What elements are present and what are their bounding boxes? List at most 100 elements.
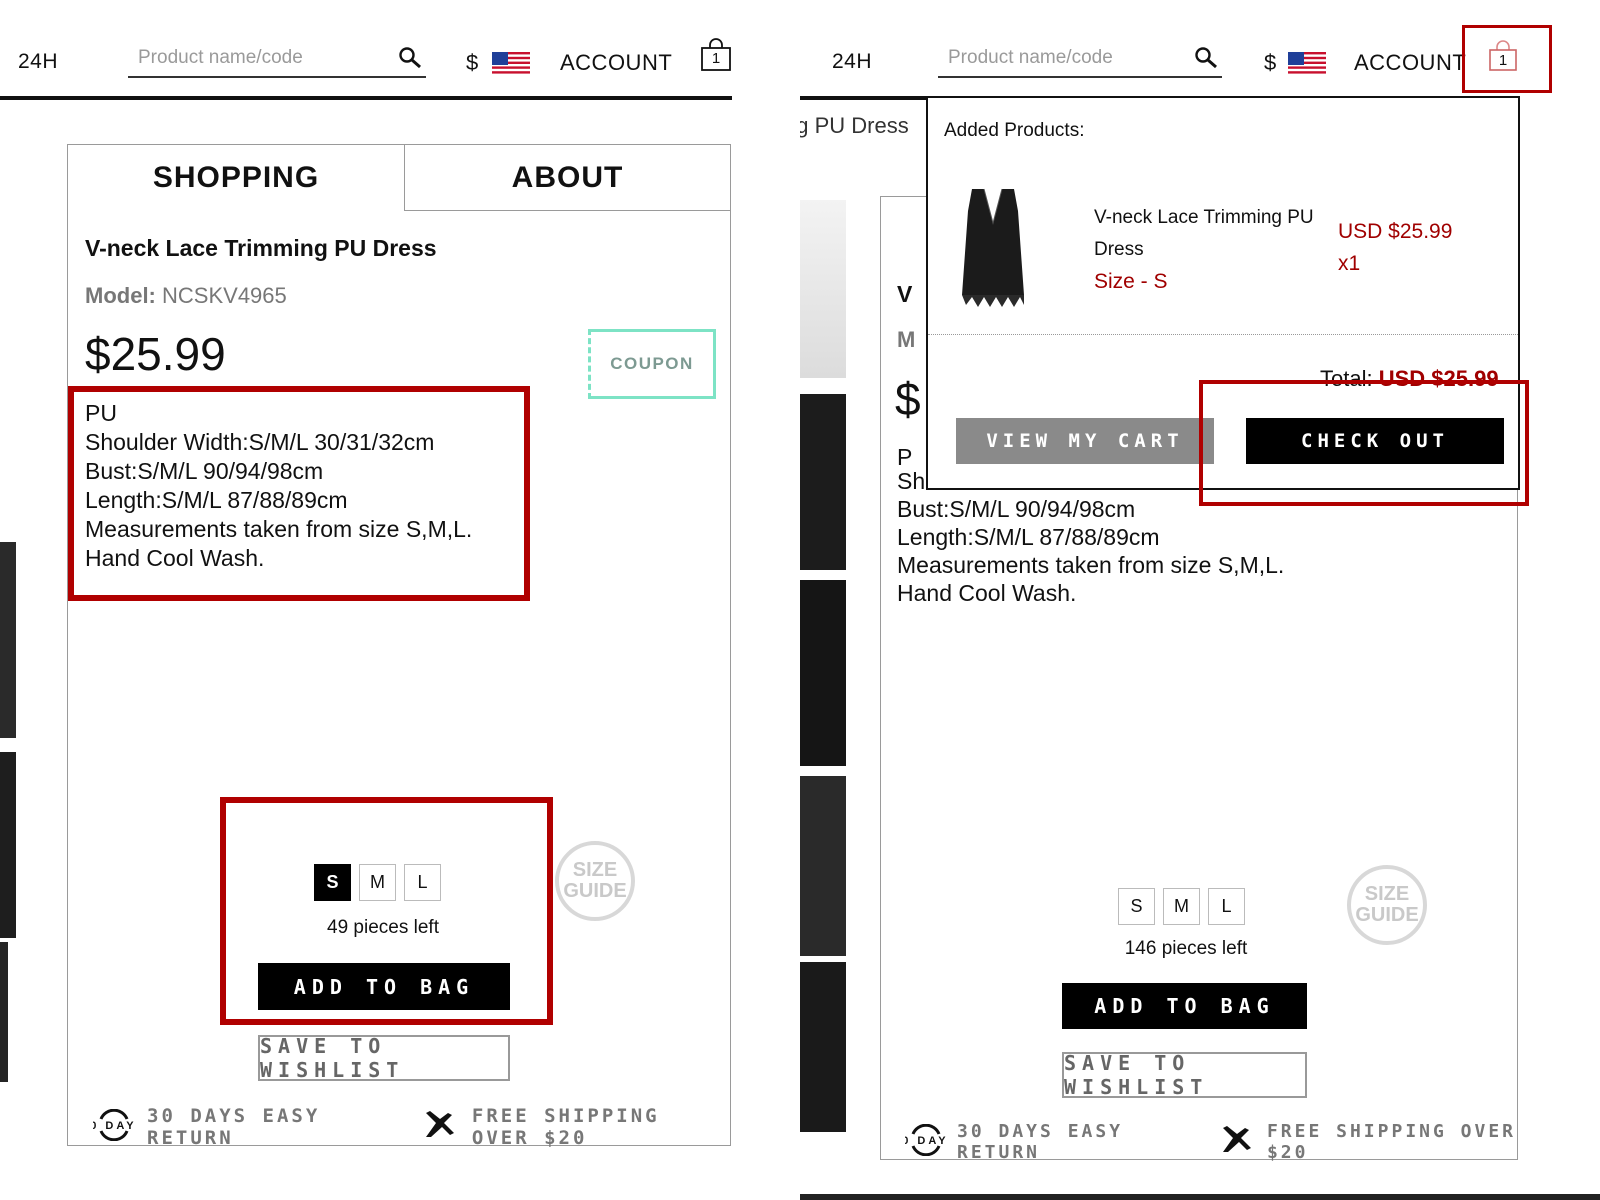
- product-description: PU Shoulder Width:S/M/L 30/31/32cm Bust:…: [85, 399, 472, 573]
- free-shipping-text: FREE SHIPPING OVER $20: [1266, 1121, 1517, 1163]
- account-link[interactable]: ACCOUNT: [1354, 50, 1466, 76]
- header-divider: [800, 96, 926, 100]
- size-guide-line1: SIZE: [1364, 883, 1410, 905]
- cart-item-price: USD $25.99: [1338, 220, 1453, 243]
- product-price: $25.99: [85, 328, 226, 380]
- right-panel: 24H $ ACCOUNT 1: [800, 0, 1600, 1200]
- dropdown-divider: [928, 334, 1518, 335]
- return-30-days-icon: 30 DAYS: [81, 1108, 144, 1146]
- size-option-l[interactable]: L: [1208, 888, 1245, 925]
- hours-label: 24H: [832, 50, 873, 73]
- cart-item-size: Size - S: [1094, 270, 1168, 293]
- search-box: [128, 42, 426, 78]
- product-title-fragment: V: [897, 281, 913, 307]
- account-link[interactable]: ACCOUNT: [560, 50, 672, 76]
- size-option-l[interactable]: L: [404, 864, 441, 901]
- left-panel: 24H $ ACCOUNT 1 SHOPP: [0, 0, 800, 1200]
- view-my-cart-button[interactable]: VIEW MY CART: [956, 418, 1214, 464]
- model-label: Model:: [85, 283, 156, 308]
- product-thumbnail[interactable]: [800, 394, 846, 570]
- desc-line: Length:S/M/L 87/88/89cm: [85, 487, 348, 513]
- added-products-heading: Added Products:: [944, 120, 1085, 141]
- desc-line: Bust:S/M/L 90/94/98cm: [85, 458, 324, 484]
- size-guide-line2: GUIDE: [1355, 904, 1419, 926]
- hours-label: 24H: [18, 50, 59, 73]
- product-card: SHOPPING ABOUT V-neck Lace Trimming PU D…: [67, 144, 731, 1149]
- cart-item-name[interactable]: V-neck Lace Trimming PU Dress: [1094, 202, 1324, 266]
- cart-item-price-block: USD $25.99 x1: [1338, 216, 1452, 280]
- cart-total: Total: USD $25.99: [1320, 366, 1499, 392]
- airplane-icon: [422, 1109, 456, 1146]
- size-option-s[interactable]: S: [314, 864, 351, 901]
- us-flag-icon[interactable]: [492, 52, 530, 76]
- add-to-bag-button[interactable]: ADD TO BAG: [258, 963, 510, 1010]
- save-to-wishlist-button[interactable]: SAVE TO WISHLIST: [258, 1034, 510, 1082]
- size-guide-button[interactable]: SIZE GUIDE: [1347, 865, 1427, 945]
- add-to-bag-button[interactable]: ADD TO BAG: [1062, 983, 1307, 1029]
- currency-symbol[interactable]: $: [1264, 50, 1276, 76]
- return-icon-text: 30 DAYS: [905, 1135, 947, 1147]
- search-box: [938, 42, 1222, 78]
- shopping-bag-icon[interactable]: 1: [700, 38, 732, 72]
- us-flag-icon[interactable]: [1288, 52, 1326, 76]
- shopping-bag-icon[interactable]: 1: [1488, 40, 1518, 72]
- return-policy-text: 30 DAYS EASY RETURN: [147, 1105, 321, 1149]
- currency-symbol[interactable]: $: [466, 50, 478, 76]
- return-policy-text: 30 DAYS EASY RETURN: [957, 1121, 1124, 1163]
- cart-item-quantity: x1: [1338, 252, 1361, 275]
- coupon-button[interactable]: COUPON: [588, 329, 716, 399]
- search-icon[interactable]: [398, 46, 422, 70]
- size-option-m[interactable]: M: [1163, 888, 1200, 925]
- site-header: 24H $ ACCOUNT 1: [0, 0, 800, 100]
- product-thumbnail[interactable]: [800, 776, 846, 956]
- desc-line: Measurements taken from size S,M,L.: [897, 552, 1285, 578]
- desc-line: Measurements taken from size S,M,L.: [85, 516, 473, 542]
- header-divider: [0, 96, 732, 100]
- tab-shopping[interactable]: SHOPPING: [68, 145, 404, 211]
- desc-line: Hand Cool Wash.: [897, 580, 1077, 606]
- product-model-fragment: M: [897, 327, 916, 352]
- size-guide-button[interactable]: SIZE GUIDE: [555, 841, 635, 921]
- cart-total-value: USD $25.99: [1378, 366, 1499, 391]
- search-icon[interactable]: [1194, 46, 1218, 70]
- stock-count: 49 pieces left: [327, 917, 439, 938]
- stock-count: 146 pieces left: [1124, 938, 1248, 959]
- desc-line: Hand Cool Wash.: [85, 545, 265, 571]
- desc-line: Bust:S/M/L 90/94/98cm: [897, 496, 1136, 522]
- perks-bar: 30 DAYS 30 DAYS EASY RETURN FREE SHIPPIN…: [893, 1121, 1517, 1163]
- product-image-fragment[interactable]: [0, 942, 8, 1082]
- check-out-button[interactable]: CHECK OUT: [1246, 418, 1504, 464]
- size-option-s[interactable]: S: [1118, 888, 1155, 925]
- search-input[interactable]: [128, 42, 367, 74]
- size-option-m[interactable]: M: [359, 864, 396, 901]
- breadcrumb[interactable]: ng PU Dress: [800, 113, 908, 139]
- product-thumbnail[interactable]: [800, 580, 846, 766]
- product-model: Model: NCSKV4965: [85, 283, 287, 309]
- footer-strip: [800, 1194, 1600, 1200]
- search-input[interactable]: [938, 42, 1166, 74]
- tab-about[interactable]: ABOUT: [404, 145, 730, 211]
- airplane-icon: [1219, 1124, 1253, 1161]
- cart-count: 1: [1498, 52, 1508, 69]
- product-image-fragment[interactable]: [0, 752, 16, 938]
- product-thumbnail[interactable]: [800, 200, 846, 378]
- site-header: 24H $ ACCOUNT 1: [800, 0, 1600, 100]
- return-icon-text: 30 DAYS: [93, 1120, 135, 1132]
- product-image-fragment[interactable]: [0, 542, 16, 738]
- cart-item-image[interactable]: [958, 183, 1028, 318]
- save-to-wishlist-button[interactable]: SAVE TO WISHLIST: [1062, 1051, 1307, 1099]
- product-thumbnail[interactable]: [800, 962, 846, 1132]
- product-price-fragment: $: [895, 373, 921, 425]
- desc-line: Shoulder Width:S/M/L 30/31/32cm: [85, 429, 435, 455]
- model-value: NCSKV4965: [162, 283, 287, 308]
- cart-total-label: Total:: [1320, 366, 1373, 391]
- cart-count: 1: [711, 50, 721, 67]
- size-selector: S M L: [1118, 888, 1245, 925]
- cart-dropdown: Added Products: V-neck Lace Trimming PU …: [926, 96, 1520, 490]
- free-shipping-text: FREE SHIPPING OVER $20: [471, 1105, 660, 1149]
- product-title: V-neck Lace Trimming PU Dress: [85, 235, 437, 261]
- size-guide-line1: SIZE: [572, 859, 618, 881]
- size-selector: S M L: [314, 864, 441, 901]
- desc-line: Length:S/M/L 87/88/89cm: [897, 524, 1160, 550]
- return-30-days-icon: 30 DAYS: [893, 1123, 956, 1161]
